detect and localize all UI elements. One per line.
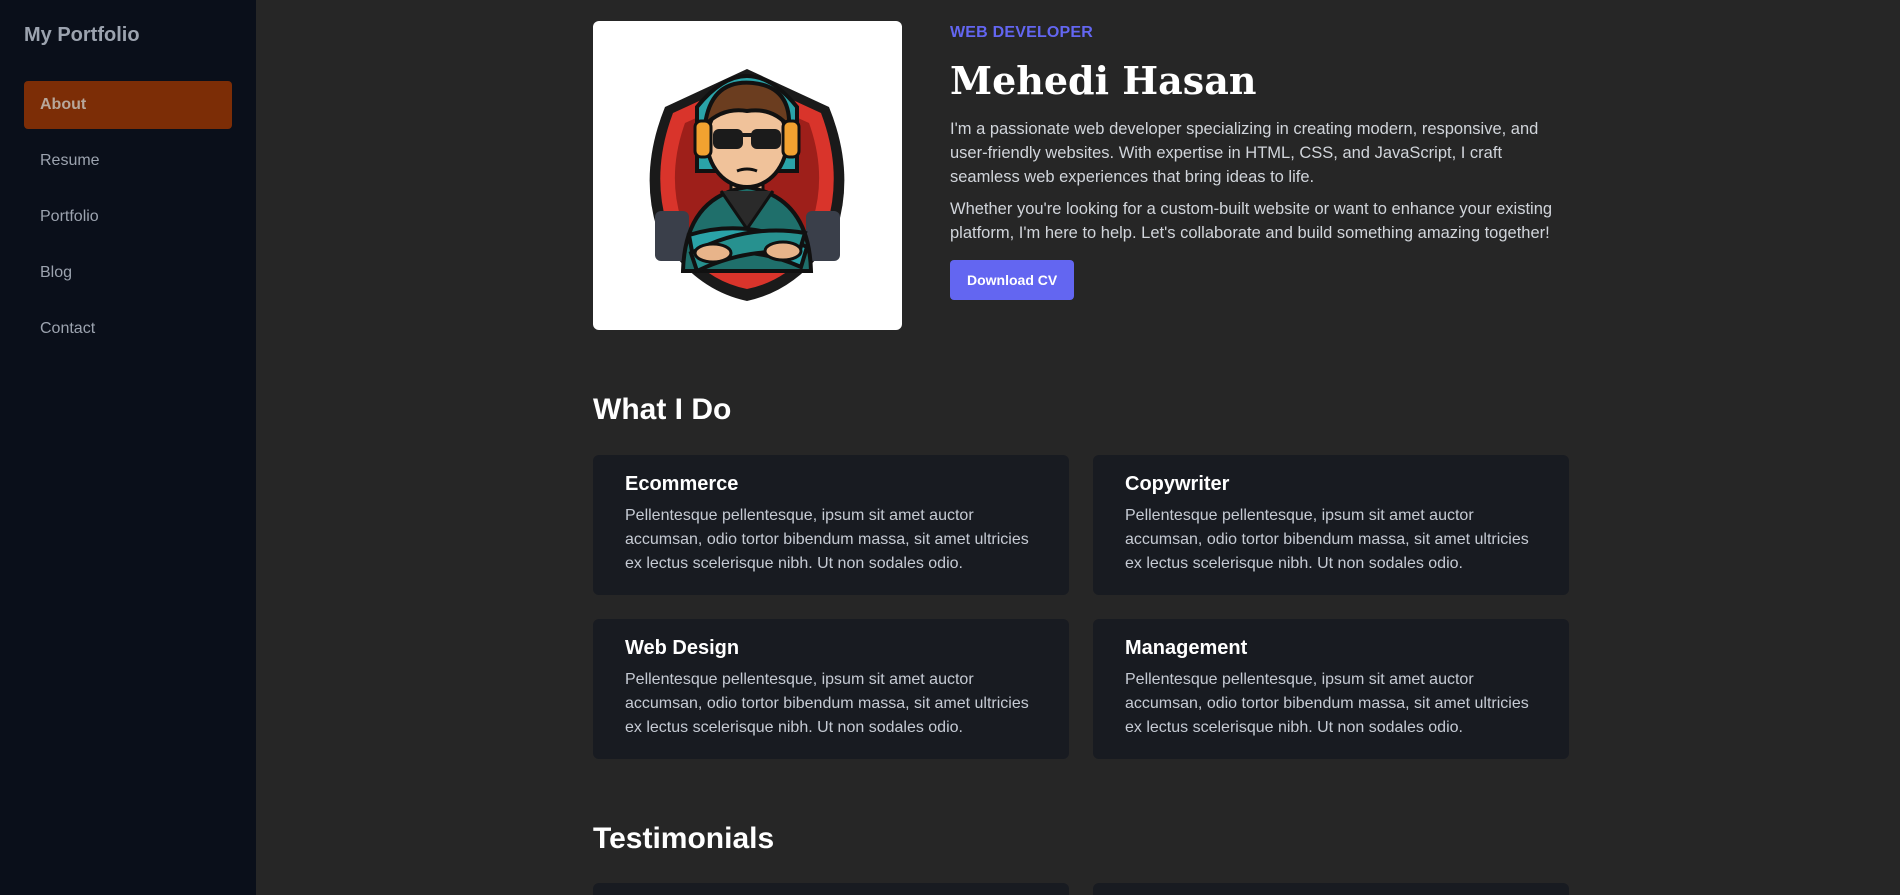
sidebar-item-blog[interactable]: Blog xyxy=(24,249,232,297)
intro-paragraph: I'm a passionate web developer specializ… xyxy=(950,120,1539,186)
sidebar-item-contact[interactable]: Contact xyxy=(24,305,232,353)
sidebar: My Portfolio About Resume Portfolio Blog… xyxy=(0,0,256,895)
testimonials-title: Testimonials xyxy=(593,822,775,855)
brand-title: My Portfolio xyxy=(24,24,140,46)
sidebar-item-portfolio[interactable]: Portfolio xyxy=(24,193,232,241)
service-card-text: Pellentesque pellentesque, ipsum sit ame… xyxy=(1125,507,1529,572)
download-cv-button[interactable]: Download CV xyxy=(950,260,1075,300)
service-card-title: Management xyxy=(1125,637,1248,659)
service-card-ecommerce: Ecommerce Pellentesque pellentesque, ips… xyxy=(593,455,1069,595)
sidebar-item-about[interactable]: About xyxy=(24,81,232,129)
sidebar-item-resume[interactable]: Resume xyxy=(24,137,232,185)
service-card-copywriter: Copywriter Pellentesque pellentesque, ip… xyxy=(1093,455,1569,595)
testimonial-card xyxy=(593,883,1069,895)
service-card-text: Pellentesque pellentesque, ipsum sit ame… xyxy=(625,507,1029,572)
service-card-web-design: Web Design Pellentesque pellentesque, ip… xyxy=(593,619,1069,759)
service-card-title: Web Design xyxy=(625,637,740,659)
gamer-avatar-icon xyxy=(649,69,845,301)
hero-name: Mehedi Hasan xyxy=(950,58,1257,103)
service-card-management: Management Pellentesque pellentesque, ip… xyxy=(1093,619,1569,759)
sidebar-nav: About Resume Portfolio Blog Contact xyxy=(24,81,232,361)
intro-paragraph: Whether you're looking for a custom-buil… xyxy=(950,200,1553,242)
service-card-text: Pellentesque pellentesque, ipsum sit ame… xyxy=(625,671,1029,736)
service-card-text: Pellentesque pellentesque, ipsum sit ame… xyxy=(1125,671,1529,736)
services-title: What I Do xyxy=(593,393,732,426)
service-card-title: Ecommerce xyxy=(625,473,739,495)
testimonial-card xyxy=(1093,883,1569,895)
role-label: WEB DEVELOPER xyxy=(950,24,1094,41)
profile-avatar xyxy=(593,21,902,330)
hero-intro: WEB DEVELOPER Mehedi Hasan I'm a passion… xyxy=(950,24,1560,300)
service-card-title: Copywriter xyxy=(1125,473,1230,495)
